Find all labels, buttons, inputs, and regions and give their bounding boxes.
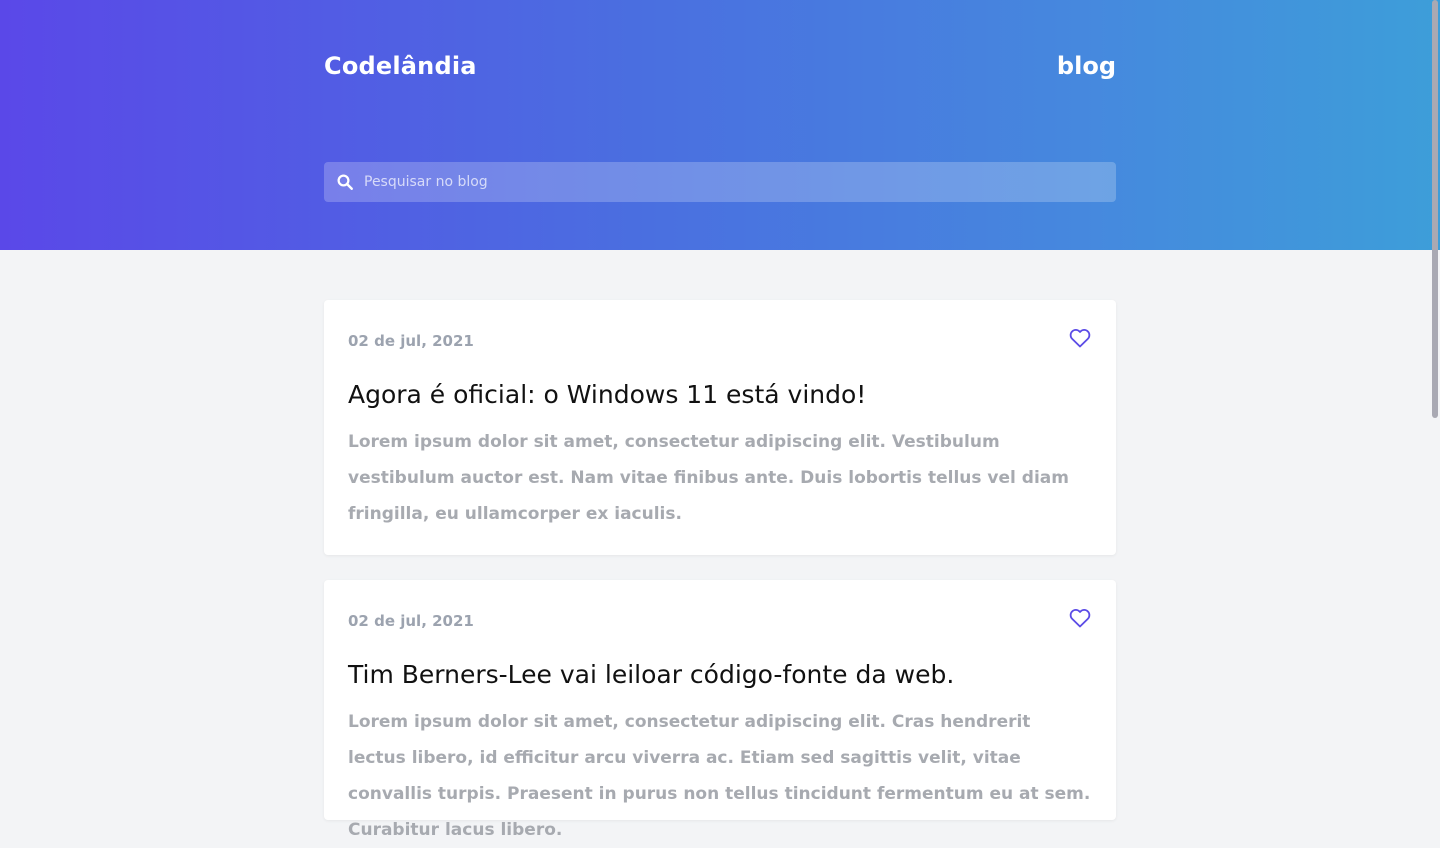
- post-title[interactable]: Agora é oficial: o Windows 11 está vindo…: [348, 380, 866, 409]
- search-icon: [337, 174, 353, 190]
- post-title[interactable]: Tim Berners-Lee vai leiloar código-fonte…: [348, 660, 954, 689]
- nav-link-blog[interactable]: blog: [1057, 52, 1116, 80]
- post-excerpt: Lorem ipsum dolor sit amet, consectetur …: [348, 712, 1091, 840]
- post-card[interactable]: 02 de jul, 2021 Agora é oficial: o Windo…: [324, 300, 1116, 555]
- search-input[interactable]: [362, 163, 1102, 201]
- post-date: 02 de jul, 2021: [348, 612, 474, 630]
- post-card[interactable]: 02 de jul, 2021 Tim Berners-Lee vai leil…: [324, 580, 1116, 840]
- blog-header: Codelândia blog: [0, 0, 1440, 250]
- search-bar[interactable]: [324, 162, 1116, 202]
- post-excerpt: Lorem ipsum dolor sit amet, consectetur …: [348, 432, 1069, 524]
- heart-icon[interactable]: [1068, 326, 1092, 350]
- page-scrollbar[interactable]: [1432, 0, 1438, 418]
- post-date: 02 de jul, 2021: [348, 332, 474, 350]
- heart-icon[interactable]: [1068, 606, 1092, 630]
- brand-logo[interactable]: Codelândia: [324, 52, 477, 80]
